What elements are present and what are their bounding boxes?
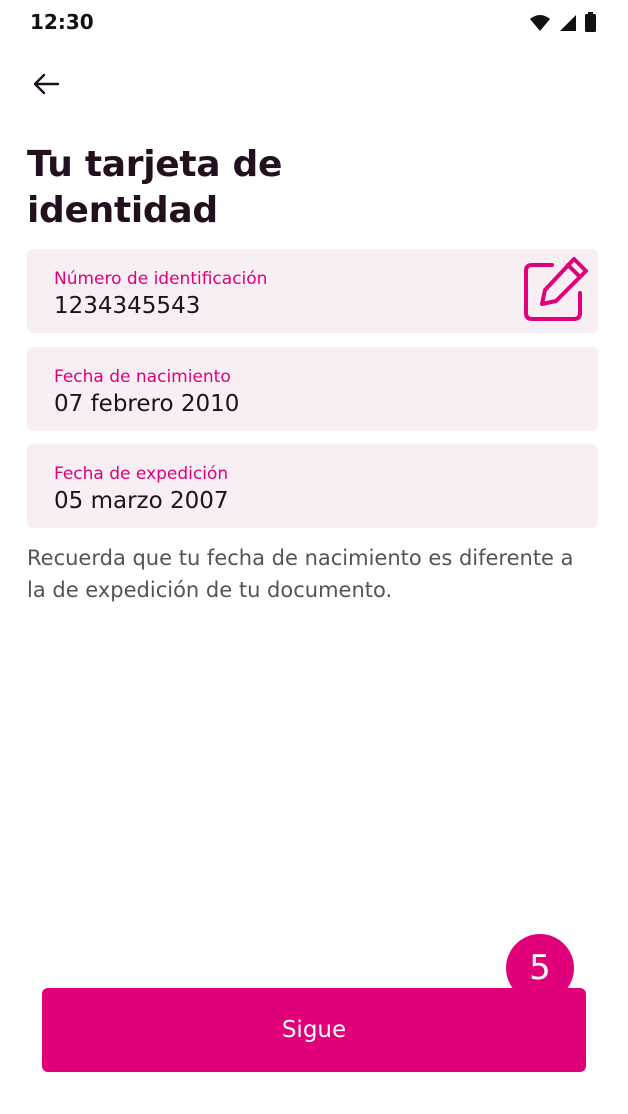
- back-button[interactable]: [22, 66, 70, 106]
- step-badge: 5: [506, 934, 574, 1002]
- issue-date-value: 05 marzo 2007: [54, 488, 229, 514]
- status-time: 12:30: [30, 10, 94, 34]
- status-bar: 12:30: [0, 0, 628, 46]
- birth-date-field: Fecha de nacimiento 07 febrero 2010: [27, 347, 598, 431]
- birth-date-value: 07 febrero 2010: [54, 391, 240, 417]
- edit-id-number-button[interactable]: [520, 255, 592, 327]
- issue-date-field: Fecha de expedición 05 marzo 2007: [27, 444, 598, 528]
- battery-icon: [585, 12, 596, 36]
- id-number-label: Número de identificación: [54, 269, 268, 289]
- status-icons: [529, 12, 596, 36]
- wifi-icon: [529, 14, 551, 36]
- signal-icon: [559, 14, 577, 36]
- arrow-left-icon: [31, 72, 61, 100]
- helper-text: Recuerda que tu fecha de nacimiento es d…: [27, 546, 574, 602]
- birth-date-label: Fecha de nacimiento: [54, 367, 231, 387]
- id-number-value: 1234345543: [54, 293, 201, 319]
- id-number-field: Número de identificación 1234345543: [27, 249, 598, 333]
- issue-date-label: Fecha de expedición: [54, 464, 229, 484]
- page-title: Tu tarjeta de identidad: [27, 144, 283, 231]
- continue-button[interactable]: Sigue: [42, 988, 586, 1072]
- edit-icon: [522, 255, 590, 327]
